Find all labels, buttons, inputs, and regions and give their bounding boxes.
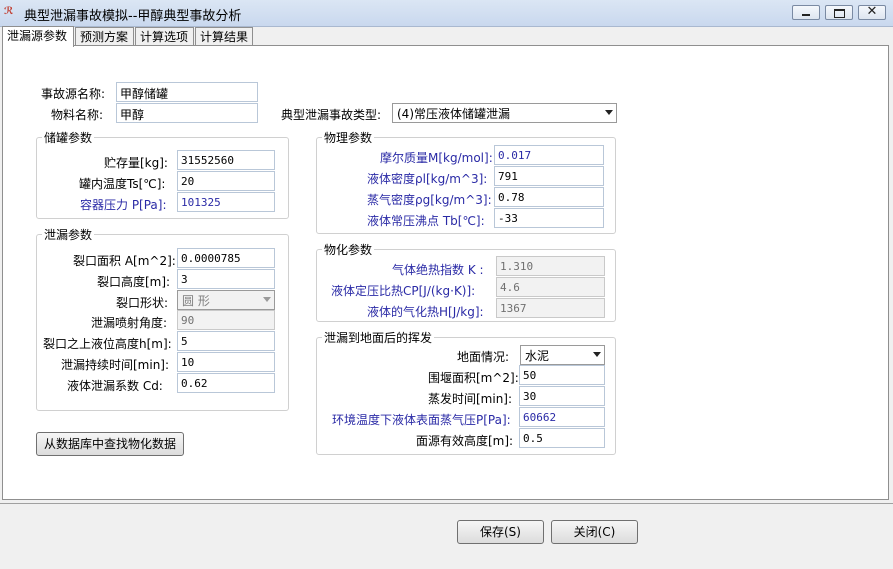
specific-heat-label: 液体定压比热CP[J/(kg·K)]:	[331, 284, 476, 298]
accident-type-select[interactable]: (4)常压液体储罐泄漏	[392, 103, 617, 123]
material-name-input[interactable]: 甲醇	[116, 103, 258, 123]
source-name-label: 事故源名称:	[41, 87, 106, 101]
liquid-level-label: 裂口之上液位高度h[m]:	[43, 337, 172, 351]
title-bar: ℛ 典型泄漏事故模拟--甲醇典型事故分析 ✕	[0, 0, 893, 27]
liquid-density-input[interactable]: 791	[494, 166, 604, 186]
save-button[interactable]: 保存(S)	[457, 520, 544, 544]
molar-mass-input[interactable]: 0.017	[494, 145, 604, 165]
leak-shape-value: 圆 形	[182, 294, 210, 308]
leak-area-input[interactable]: 0.0000785	[177, 248, 275, 268]
pressure-label: 容器压力 P[Pa]:	[80, 198, 167, 212]
chevron-down-icon	[593, 352, 601, 357]
vapor-density-label: 蒸气密度ρg[kg/m^3]:	[367, 193, 492, 207]
vapor-pressure-label: 环境温度下液体表面蒸气压P[Pa]:	[332, 413, 511, 427]
storage-input[interactable]: 31552560	[177, 150, 275, 170]
maximize-button[interactable]	[825, 5, 853, 20]
leak-height-label: 裂口高度[m]:	[97, 275, 171, 289]
molar-mass-label: 摩尔质量M[kg/mol]:	[380, 151, 493, 165]
source-height-label: 面源有效高度[m]:	[416, 434, 514, 448]
jet-angle-input[interactable]: 90	[177, 310, 275, 330]
evap-time-input[interactable]: 30	[519, 386, 605, 406]
ground-select[interactable]: 水泥	[520, 345, 605, 365]
leak-area-label: 裂口面积 A[m^2]:	[73, 254, 176, 268]
ground-label: 地面情况:	[457, 350, 510, 364]
material-name-label: 物料名称:	[51, 108, 104, 122]
vapor-pressure-input[interactable]: 60662	[519, 407, 605, 427]
chemical-params-title: 物化参数	[322, 241, 375, 258]
evap-time-label: 蒸发时间[min]:	[428, 392, 513, 406]
close-icon: ✕	[866, 4, 878, 19]
tab-leak-source[interactable]: 泄漏源参数	[2, 26, 74, 47]
liquid-level-input[interactable]: 5	[177, 331, 275, 351]
bottom-separator	[0, 503, 893, 504]
vapor-density-input[interactable]: 0.78	[494, 187, 604, 207]
source-name-input[interactable]: 甲醇储罐	[116, 82, 258, 102]
leak-duration-label: 泄漏持续时间[min]:	[61, 358, 170, 372]
leak-shape-select[interactable]: 圆 形	[177, 290, 275, 310]
dike-area-label: 围堰面积[m^2]:	[428, 371, 519, 385]
evaporation-title: 泄漏到地面后的挥发	[322, 329, 435, 346]
vaporization-heat-label: 液体的气化热H[J/kg]:	[367, 305, 484, 319]
tab-prediction-plan[interactable]: 预测方案	[75, 27, 134, 46]
jet-angle-label: 泄漏喷射角度:	[91, 316, 168, 330]
boiling-point-input[interactable]: -33	[494, 208, 604, 228]
close-button[interactable]: 关闭(C)	[551, 520, 638, 544]
specific-heat-input[interactable]: 4.6	[496, 277, 605, 297]
vaporization-heat-input[interactable]: 1367	[496, 298, 605, 318]
boiling-point-label: 液体常压沸点 Tb[℃]:	[367, 214, 485, 228]
physical-params-title: 物理参数	[322, 129, 375, 146]
adiabatic-index-label: 气体绝热指数 K :	[392, 263, 484, 277]
source-height-input[interactable]: 0.5	[519, 428, 605, 448]
lookup-database-button[interactable]: 从数据库中查找物化数据	[36, 432, 184, 456]
chevron-down-icon	[263, 297, 271, 302]
dike-area-input[interactable]: 50	[519, 365, 605, 385]
close-window-button[interactable]: ✕	[858, 4, 886, 20]
storage-label: 贮存量[kg]:	[104, 156, 168, 170]
ground-value: 水泥	[525, 349, 550, 363]
tank-temp-input[interactable]: 20	[177, 171, 275, 191]
leak-params-title: 泄漏参数	[42, 226, 95, 243]
window-title: 典型泄漏事故模拟--甲醇典型事故分析	[24, 9, 242, 24]
liquid-density-label: 液体密度ρl[kg/m^3]:	[367, 172, 488, 186]
chevron-down-icon	[605, 110, 613, 115]
accident-type-label: 典型泄漏事故类型:	[281, 108, 382, 122]
tab-calc-options[interactable]: 计算选项	[135, 27, 194, 46]
tank-temp-label: 罐内温度Ts[℃]:	[79, 177, 166, 191]
pressure-input[interactable]: 101325	[177, 192, 275, 212]
leak-duration-input[interactable]: 10	[177, 352, 275, 372]
adiabatic-index-input[interactable]: 1.310	[496, 256, 605, 276]
leak-height-input[interactable]: 3	[177, 269, 275, 289]
leak-shape-label: 裂口形状:	[116, 296, 169, 310]
tab-calc-results[interactable]: 计算结果	[195, 27, 253, 46]
app-logo-icon: ℛ	[4, 6, 14, 17]
accident-type-value: (4)常压液体储罐泄漏	[397, 107, 510, 121]
leak-coef-input[interactable]: 0.62	[177, 373, 275, 393]
minimize-button[interactable]	[792, 5, 820, 20]
leak-coef-label: 液体泄漏系数 Cd:	[67, 379, 163, 393]
tank-params-title: 储罐参数	[42, 129, 95, 146]
